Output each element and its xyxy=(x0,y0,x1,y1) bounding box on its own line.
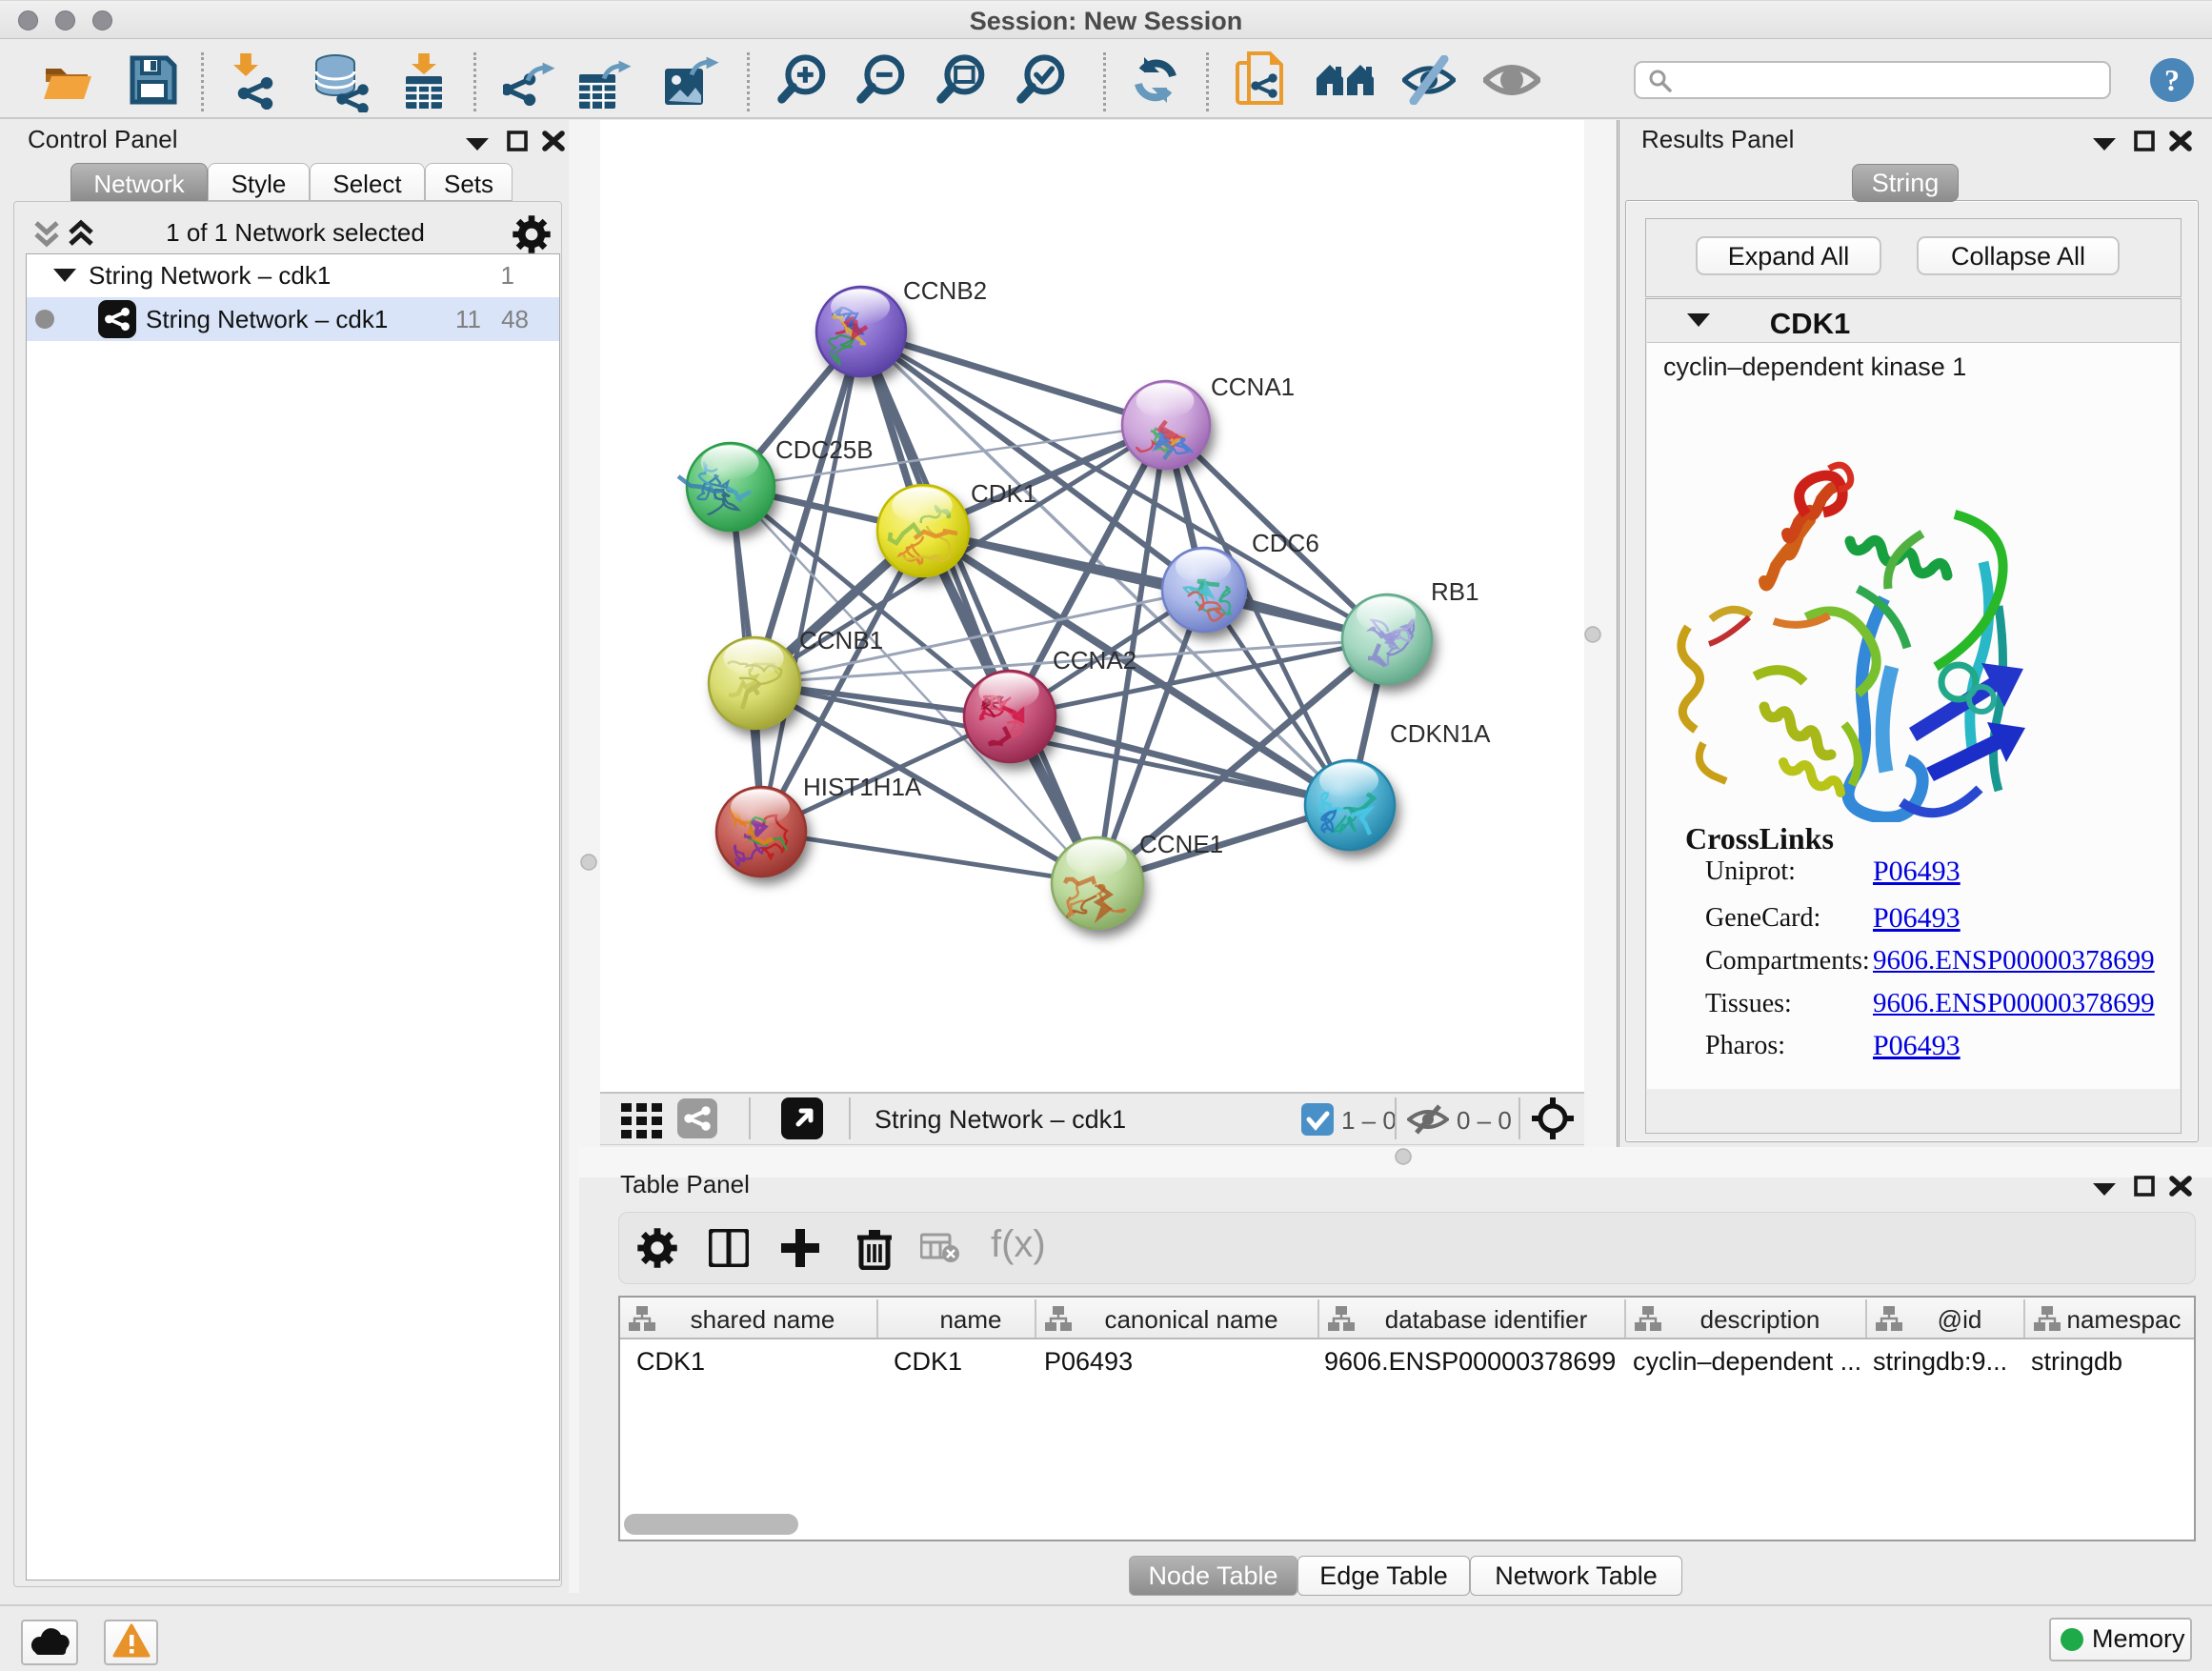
svg-text:HIST1H1A: HIST1H1A xyxy=(803,773,922,801)
svg-text:CDK1: CDK1 xyxy=(971,479,1036,508)
svg-text:CCNA2: CCNA2 xyxy=(1053,646,1136,674)
svg-text:CCNB2: CCNB2 xyxy=(903,276,987,305)
svg-text:CDC25B: CDC25B xyxy=(775,435,874,464)
svg-text:CDC6: CDC6 xyxy=(1252,529,1319,557)
svg-text:CDKN1A: CDKN1A xyxy=(1390,719,1491,748)
svg-text:CCNE1: CCNE1 xyxy=(1139,830,1223,858)
svg-text:RB1: RB1 xyxy=(1431,577,1479,606)
svg-text:?: ? xyxy=(2164,63,2180,97)
svg-text:CCNB1: CCNB1 xyxy=(799,626,883,654)
svg-text:CCNA1: CCNA1 xyxy=(1211,372,1295,401)
